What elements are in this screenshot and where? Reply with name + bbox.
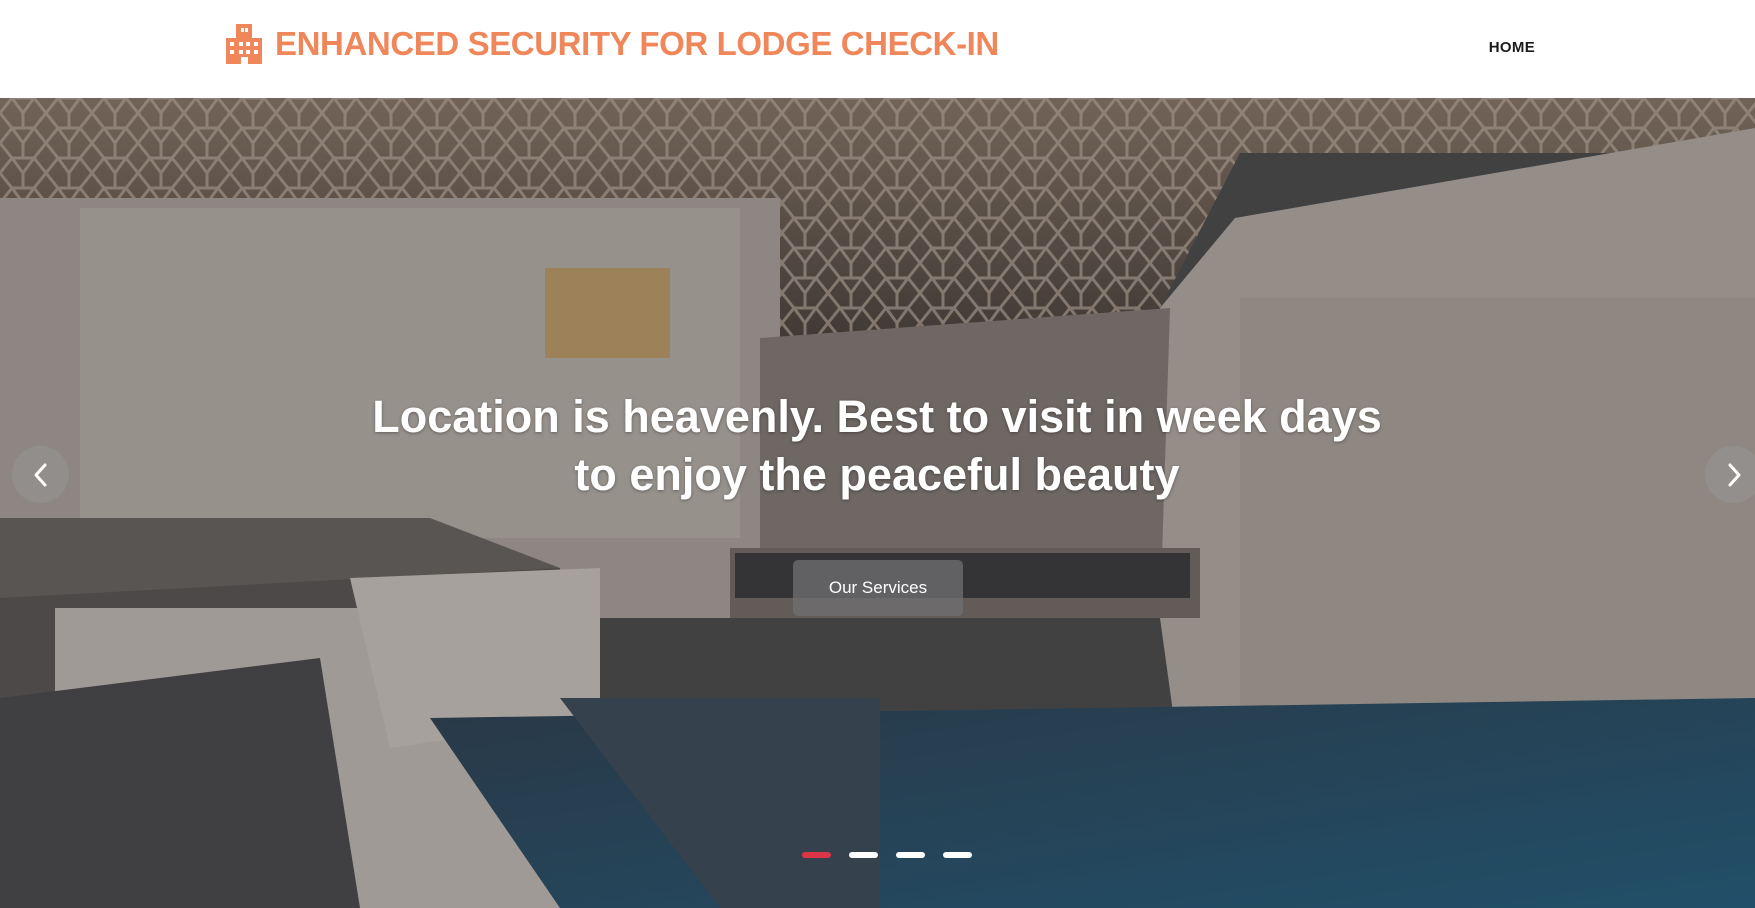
nav-item-home[interactable]: HOME	[1489, 39, 1535, 56]
carousel-indicator-4[interactable]	[943, 852, 972, 858]
hero-headline-line-2: to enjoy the peaceful beauty	[574, 449, 1180, 500]
carousel-indicator-2[interactable]	[849, 852, 878, 858]
building-icon	[224, 22, 264, 66]
carousel-indicators	[802, 852, 972, 858]
carousel-prev-button[interactable]	[12, 446, 69, 503]
hero-carousel: Location is heavenly. Best to visit in w…	[0, 98, 1755, 908]
chevron-right-icon	[1728, 463, 1740, 486]
hero-caption: Location is heavenly. Best to visit in w…	[277, 388, 1477, 504]
carousel-indicator-3[interactable]	[896, 852, 925, 858]
chevron-left-icon	[34, 463, 46, 486]
our-services-button[interactable]: Our Services	[793, 560, 963, 616]
carousel-indicator-1[interactable]	[802, 852, 831, 858]
carousel-next-button[interactable]	[1705, 446, 1755, 503]
hero-headline-line-1: Location is heavenly. Best to visit in w…	[372, 391, 1382, 442]
brand-title: ENHANCED SECURITY FOR LODGE CHECK-IN	[275, 25, 999, 62]
brand-logo-link[interactable]: ENHANCED SECURITY FOR LODGE CHECK-IN	[224, 22, 999, 66]
site-header: ENHANCED SECURITY FOR LODGE CHECK-IN HOM…	[0, 0, 1755, 98]
main-nav: HOME	[1489, 39, 1535, 57]
